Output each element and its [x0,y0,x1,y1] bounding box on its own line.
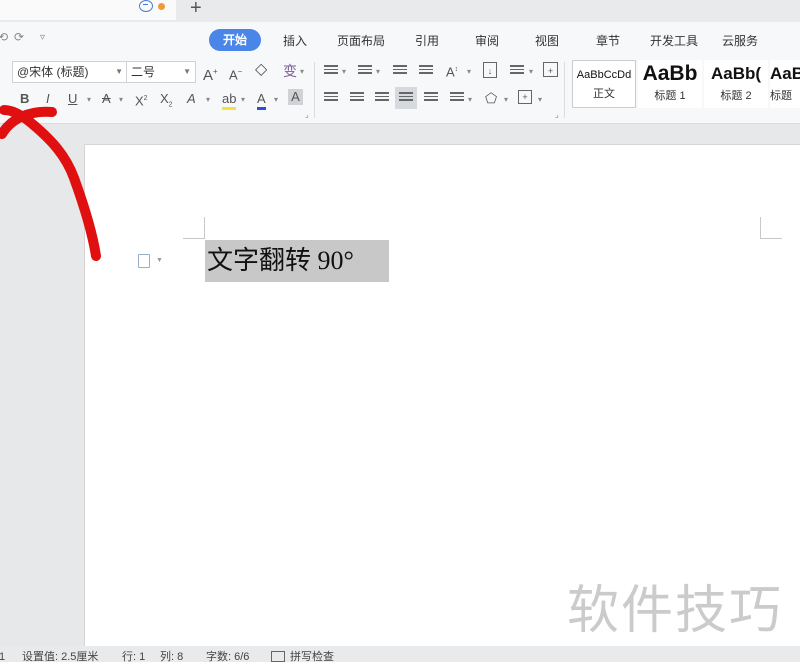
style-sample: AaB [770,64,800,83]
tab-review[interactable]: 审阅 [475,32,499,49]
ribbon-toolbar: @宋体 (标题) ▼ 二号 ▼ A+ A− ◇ 变 ▾ B I U ▾ A ▾ … [0,58,800,124]
status-row: 行: 1 [122,651,146,662]
font-size-value: 二号 [131,65,156,79]
margin-corner-mark [760,217,782,239]
align-justify-button[interactable] [395,87,417,109]
chevron-down-icon[interactable]: ▾ [300,67,304,76]
style-title[interactable]: AaB 标题 [770,60,800,108]
superscript-icon[interactable]: X2 [135,91,148,109]
decrease-indent-icon[interactable] [393,65,407,77]
paragraph-layout-icon[interactable] [138,254,150,268]
subscript-icon[interactable]: X2 [160,91,173,114]
chevron-down-icon[interactable]: ▼ [156,257,163,264]
phonetic-guide-icon[interactable]: 变 [283,63,297,79]
style-name: 标题 2 [720,90,752,102]
chevron-down-icon[interactable]: ▾ [529,67,533,76]
tab-page-layout[interactable]: 页面布局 [337,32,385,49]
sync-status-icon[interactable] [139,0,153,12]
paragraph-dialog-launcher-icon[interactable]: ⌟ [555,110,559,119]
window-tab-strip: + [0,0,800,22]
chevron-down-icon[interactable]: ▾ [241,95,245,104]
separator [314,62,315,118]
style-normal[interactable]: AaBbCcDd 正文 [572,60,636,108]
grow-font-icon[interactable]: A+ [203,64,218,84]
watermark: 软件技巧 [567,581,784,641]
chevron-down-icon[interactable]: ▾ [206,95,210,104]
style-sample: AaBbCcDd [576,69,632,81]
increase-indent-icon[interactable] [419,65,433,77]
font-dialog-launcher-icon[interactable]: ⌟ [305,110,309,119]
align-right-icon[interactable] [375,92,389,104]
text-effect-icon[interactable]: A [187,91,196,107]
status-spellcheck[interactable]: 拼写检查 [290,649,334,662]
redo-icon[interactable]: ⟳ [14,30,24,44]
margin-corner-mark [183,217,205,239]
numbering-icon[interactable] [358,65,372,77]
chevron-down-icon: ▼ [115,67,123,76]
tab-view[interactable]: 视图 [535,32,559,49]
document-tab[interactable] [0,0,176,20]
bullets-icon[interactable] [324,65,338,77]
new-tab-plus-icon[interactable]: + [190,0,202,20]
chevron-down-icon[interactable]: ▾ [504,95,508,104]
font-name-value: @宋体 (标题) [17,65,89,79]
style-sample: AaBb( [710,64,762,83]
character-shading-icon[interactable]: A [288,89,303,105]
chevron-down-icon[interactable]: ▾ [467,67,471,76]
font-color-icon[interactable]: A [257,91,266,110]
quick-access-menu-icon[interactable]: ▿ [40,32,45,43]
selected-document-text[interactable]: 文字翻转 90° [205,240,389,282]
sort-icon[interactable]: ↓ [483,62,497,78]
shading-bucket-icon[interactable]: ⬠ [485,90,497,106]
clear-format-eraser-icon[interactable]: ◇ [255,62,267,78]
status-col: 列: 8 [160,651,184,662]
show-hide-marks-icon[interactable]: + [543,62,558,77]
line-spacing-icon[interactable] [450,92,464,104]
paragraph-spacing-icon[interactable] [510,65,524,77]
status-wordcount[interactable]: 字数: 6/6 [206,649,249,662]
tab-cloud-services[interactable]: 云服务 [722,32,758,49]
distributed-align-icon[interactable] [424,92,438,104]
page-indicator-fragment: /1 [0,651,6,662]
chevron-down-icon: ▼ [183,67,191,76]
borders-icon[interactable]: + [518,90,532,104]
highlight-icon[interactable]: ab [222,91,237,110]
workspace-background-top [84,124,800,144]
chevron-down-icon[interactable]: ▾ [468,95,472,104]
ribbon-tab-bar: ⟲ ⟳ ▿ 开始 插入 页面布局 引用 审阅 视图 章节 开发工具 云服务 [0,22,800,58]
tab-start[interactable]: 开始 [209,29,261,51]
style-sample: AaBb [642,62,698,85]
tab-references[interactable]: 引用 [415,32,439,49]
tab-chapter[interactable]: 章节 [596,32,620,49]
style-name: 正文 [593,88,615,100]
change-case-icon[interactable]: A↕ [446,62,458,80]
tab-insert[interactable]: 插入 [283,32,307,49]
style-heading-2[interactable]: AaBb( 标题 2 [704,60,768,108]
tab-developer[interactable]: 开发工具 [650,32,698,49]
align-center-icon[interactable] [350,92,364,104]
shrink-font-icon[interactable]: A− [229,64,242,83]
chevron-down-icon[interactable]: ▾ [538,95,542,104]
chevron-down-icon[interactable]: ▾ [342,67,346,76]
style-heading-1[interactable]: AaBb 标题 1 [638,60,702,108]
chevron-down-icon[interactable]: ▾ [274,95,278,104]
red-annotation-arrow [0,105,101,261]
style-name: 标题 1 [654,90,686,102]
align-left-icon[interactable] [324,92,338,104]
undo-icon[interactable]: ⟲ [0,30,8,44]
chevron-down-icon[interactable]: ▾ [376,67,380,76]
style-name: 标题 [770,90,792,102]
spellcheck-icon[interactable] [271,651,285,662]
status-bar: /1 设置值: 2.5厘米 行: 1 列: 8 字数: 6/6 拼写检查 [0,646,800,662]
status-setting-value: 设置值: 2.5厘米 [22,651,99,662]
font-size-select[interactable]: 二号 ▼ [126,61,196,83]
unsaved-dot-icon [158,3,165,10]
separator [564,62,565,118]
